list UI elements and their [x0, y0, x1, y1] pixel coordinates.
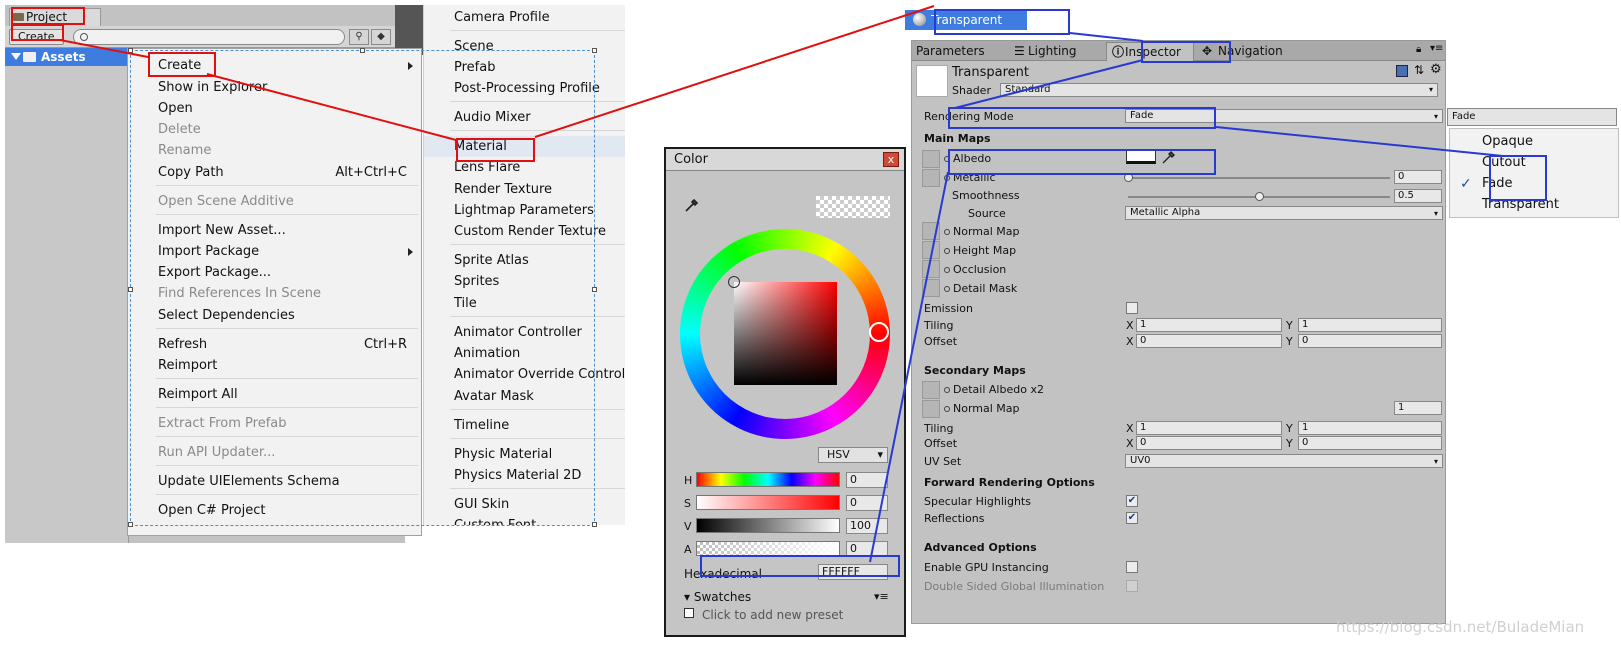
annotation-box	[148, 52, 216, 77]
annotation-box	[934, 9, 1070, 35]
annotation-box	[1141, 41, 1231, 63]
annotation-line	[1069, 32, 1144, 42]
annotation-box	[11, 24, 64, 41]
annotation-box	[1489, 155, 1547, 201]
annotation-line	[206, 73, 457, 141]
annotation-line	[59, 39, 149, 58]
watermark: https://blog.csdn.net/BuladeMian	[1336, 618, 1585, 636]
annotation-line	[1215, 126, 1504, 157]
annotation-box	[456, 138, 535, 162]
annotation-box	[11, 7, 85, 25]
annotation-line	[954, 59, 1144, 109]
annotation-box	[700, 555, 900, 577]
annotation-box	[948, 107, 1216, 129]
annotation-line	[869, 171, 949, 563]
annotation-box	[948, 149, 1216, 175]
annotation-line	[534, 5, 935, 138]
